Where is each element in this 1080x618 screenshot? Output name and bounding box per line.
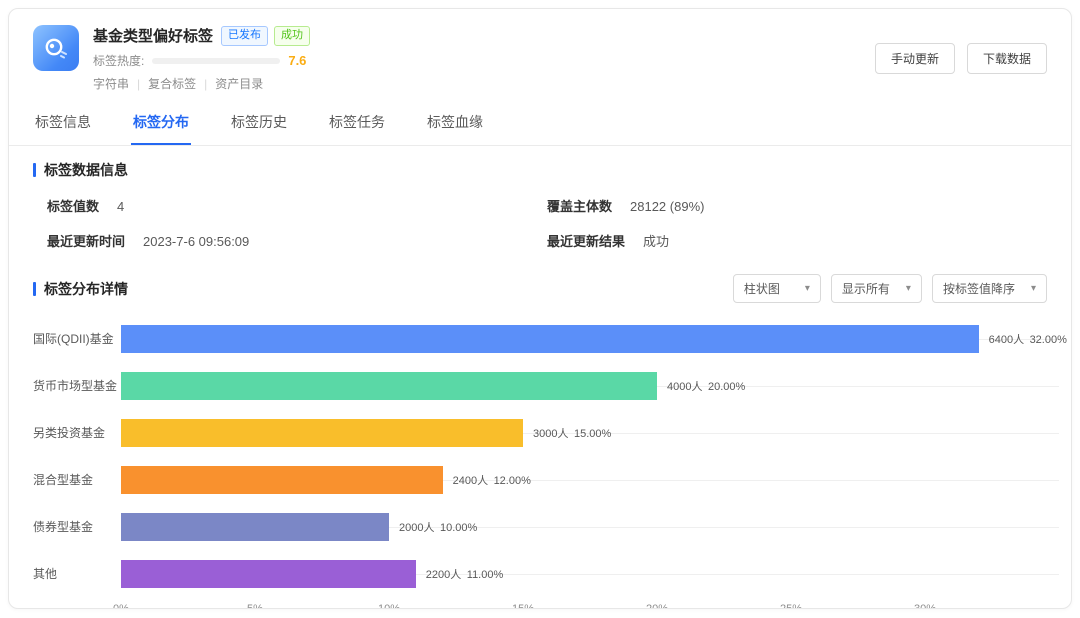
page-title: 基金类型偏好标签 [93,25,213,46]
info-field-value: 成功 [643,234,669,249]
x-axis: 0%5%10%15%20%25%30% [121,599,1059,609]
chevron-down-icon: ▾ [906,283,911,294]
bar-value-label: 6400人 32.00% [989,331,1067,347]
bar-value-label: 2000人 10.00% [399,519,477,535]
bar[interactable] [121,513,389,541]
chevron-down-icon: ▾ [805,283,810,294]
info-field-value: 28122 (89%) [630,199,704,214]
info-field: 标签值数 4 [47,196,547,215]
category-label: 混合型基金 [33,471,121,488]
tab-bar: 标签信息标签分布标签历史标签任务标签血缘 [9,102,1071,146]
meta-separator: | [204,77,207,91]
download-data-button[interactable]: 下载数据 [967,43,1047,74]
x-axis-tick: 10% [378,603,400,609]
display-filter-select[interactable]: 显示所有 ▾ [831,274,922,303]
chart-row: 混合型基金 2400人 12.00% [33,456,1059,503]
bar-chart: 国际(QDII)基金6400人 32.00%货币市场型基金4000人 20.00… [9,315,1071,597]
x-axis-tick: 5% [247,603,263,609]
sort-order-select[interactable]: 按标签值降序 ▾ [932,274,1047,303]
bar-value-label: 2400人 12.00% [453,472,531,488]
chart-row: 货币市场型基金 4000人 20.00% [33,362,1059,409]
tab-tag-lineage[interactable]: 标签血缘 [425,102,485,145]
meta-tags: 字符串 | 复合标签 | 资产目录 [93,75,310,92]
bar[interactable] [121,372,657,400]
bar[interactable] [121,325,979,353]
section-title-data-info: 标签数据信息 [33,160,1047,180]
tab-tag-tasks[interactable]: 标签任务 [327,102,387,145]
bar-area: 2000人 10.00% [121,503,1059,550]
tag-data-info-section: 标签数据信息 标签值数 4 覆盖主体数 28122 (89%) 最近更新时间 2023-7… [9,146,1071,250]
section-title-text: 标签数据信息 [44,160,128,180]
chart-type-select[interactable]: 柱状图 ▾ [733,274,821,303]
info-field-label: 最近更新时间 [47,234,125,249]
chart-section-header: 标签分布详情 柱状图 ▾ 显示所有 ▾ 按标签值降序 ▾ [9,260,1071,303]
x-axis-tick: 20% [646,603,668,609]
header-actions: 手动更新下载数据 [875,43,1047,74]
info-field-value: 4 [117,199,124,214]
section-title-text: 标签分布详情 [44,279,128,299]
chart-row: 另类投资基金 3000人 15.00% [33,409,1059,456]
select-value: 显示所有 [842,280,890,297]
chart-row: 债券型基金 2000人 10.00% [33,503,1059,550]
category-label: 货币市场型基金 [33,377,121,394]
meta-separator: | [137,77,140,91]
bar-value-label: 4000人 20.00% [667,378,745,394]
category-label: 国际(QDII)基金 [33,330,121,347]
info-field: 覆盖主体数 28122 (89%) [547,196,1047,215]
bar-area: 4000人 20.00% [121,362,1059,409]
tag-logo-icon [33,25,79,71]
status-badge: 成功 [274,26,310,46]
tab-tag-info[interactable]: 标签信息 [33,102,93,145]
category-label: 另类投资基金 [33,424,121,441]
meta-tag: 资产目录 [215,75,263,92]
bar-value-label: 3000人 15.00% [533,425,611,441]
manual-update-button[interactable]: 手动更新 [875,43,955,74]
page-header: 基金类型偏好标签 已发布成功 标签热度: 7.6 字符串 | 复合标签 | 资产目录 手… [9,9,1071,100]
info-field-value: 2023-7-6 09:56:09 [143,234,249,249]
select-value: 按标签值降序 [943,280,1015,297]
x-axis-tick: 0% [113,603,129,609]
select-value: 柱状图 [744,280,780,297]
header-info: 基金类型偏好标签 已发布成功 标签热度: 7.6 字符串 | 复合标签 | 资产目录 [93,25,310,92]
category-label: 债券型基金 [33,518,121,535]
title-badges: 已发布成功 [221,26,310,46]
chart-controls: 柱状图 ▾ 显示所有 ▾ 按标签值降序 ▾ [733,274,1047,303]
status-badge: 已发布 [221,26,268,46]
section-title-distribution: 标签分布详情 [33,279,128,299]
tag-detail-card: 基金类型偏好标签 已发布成功 标签热度: 7.6 字符串|复合标签|资产目录 手… [8,8,1072,609]
bar-area: 6400人 32.00% [121,315,1059,362]
meta-tag: 字符串 [93,75,129,92]
bar-area: 2400人 12.00% [121,456,1059,503]
info-field-label: 标签值数 [47,199,99,214]
info-field-label: 覆盖主体数 [547,199,612,214]
bar[interactable] [121,560,416,588]
bar-area: 2200人 11.00% [121,550,1059,597]
info-field: 最近更新时间 2023-7-6 09:56:09 [47,231,547,250]
meta-tag: 复合标签 [148,75,196,92]
bar[interactable] [121,419,523,447]
chart-row: 国际(QDII)基金6400人 32.00% [33,315,1059,362]
heat-value: 7.6 [288,53,306,68]
heat-label: 标签热度: [93,52,144,69]
chart-row: 其他 2200人 11.00% [33,550,1059,597]
tab-tag-history[interactable]: 标签历史 [229,102,289,145]
info-grid: 标签值数 4 覆盖主体数 28122 (89%) 最近更新时间 2023-7-6 09:5… [47,196,1047,250]
info-field-label: 最近更新结果 [547,234,625,249]
category-label: 其他 [33,565,121,582]
chevron-down-icon: ▾ [1031,283,1036,294]
heat-progress-bar [152,58,280,64]
x-axis-tick: 25% [780,603,802,609]
bar[interactable] [121,466,443,494]
x-axis-tick: 30% [914,603,936,609]
x-axis-tick: 15% [512,603,534,609]
tag-heat-row: 标签热度: 7.6 [93,52,310,69]
info-field: 最近更新结果 成功 [547,231,1047,250]
section-accent-bar [33,163,36,177]
bar-value-label: 2200人 11.00% [426,566,503,582]
bar-area: 3000人 15.00% [121,409,1059,456]
section-accent-bar [33,282,36,296]
tab-tag-distribution[interactable]: 标签分布 [131,102,191,145]
